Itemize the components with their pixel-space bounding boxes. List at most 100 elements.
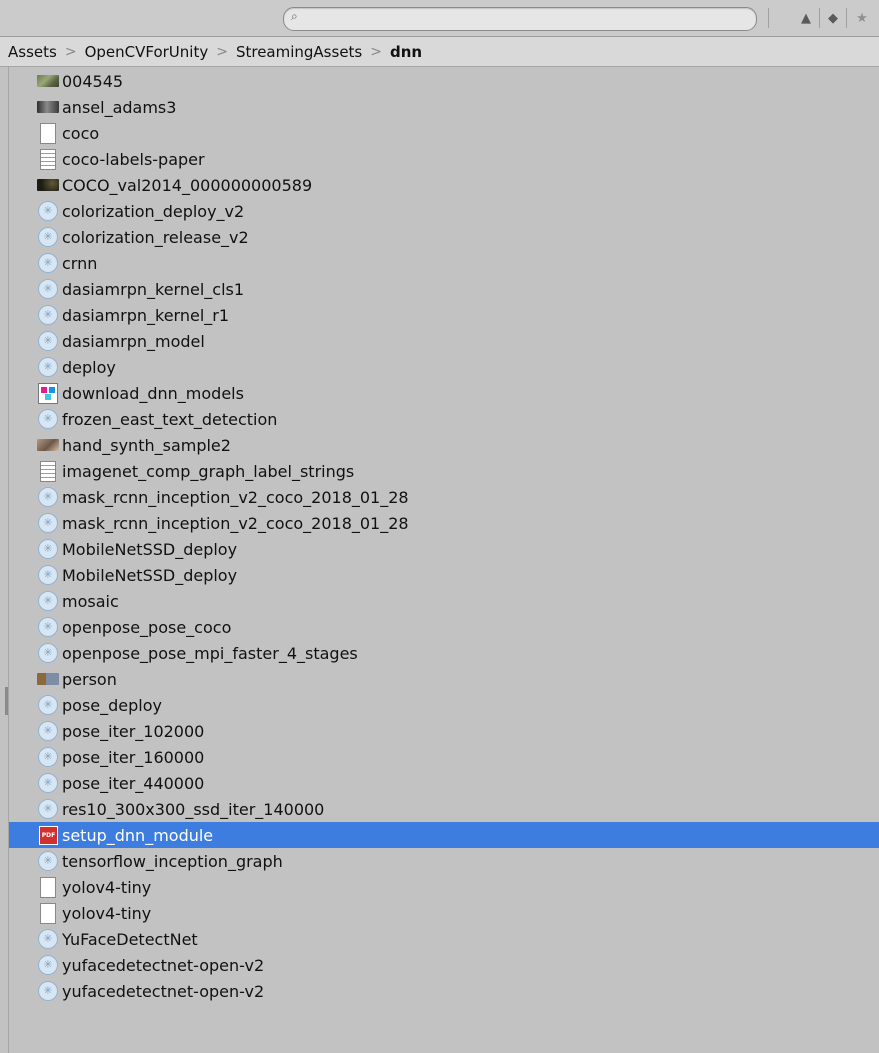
model-asset-icon bbox=[35, 357, 61, 377]
file-item[interactable]: MobileNetSSD_deploy bbox=[9, 562, 879, 588]
breadcrumb-assets[interactable]: Assets bbox=[8, 43, 57, 61]
chevron-right-icon: > bbox=[370, 43, 382, 60]
file-item[interactable]: yolov4-tiny bbox=[9, 900, 879, 926]
model-asset-icon bbox=[35, 695, 61, 715]
model-asset-icon bbox=[35, 539, 61, 559]
file-item[interactable]: COCO_val2014_000000000589 bbox=[9, 172, 879, 198]
file-item[interactable]: openpose_pose_mpi_faster_4_stages bbox=[9, 640, 879, 666]
file-item[interactable]: colorization_release_v2 bbox=[9, 224, 879, 250]
model-asset-icon bbox=[35, 565, 61, 585]
file-name: MobileNetSSD_deploy bbox=[62, 565, 238, 585]
chevron-right-icon: > bbox=[216, 43, 228, 60]
model-asset-icon bbox=[35, 643, 61, 663]
file-name: openpose_pose_coco bbox=[62, 617, 232, 637]
file-item[interactable]: yufacedetectnet-open-v2 bbox=[9, 952, 879, 978]
file-name: pose_deploy bbox=[62, 695, 162, 715]
file-item[interactable]: dasiamrpn_kernel_r1 bbox=[9, 302, 879, 328]
file-name: person bbox=[62, 669, 117, 689]
file-item[interactable]: YuFaceDetectNet bbox=[9, 926, 879, 952]
file-name: dasiamrpn_model bbox=[62, 331, 205, 351]
file-name: pose_iter_102000 bbox=[62, 721, 205, 741]
file-item[interactable]: mask_rcnn_inception_v2_coco_2018_01_28 bbox=[9, 484, 879, 510]
file-name: tensorflow_inception_graph bbox=[62, 851, 283, 871]
file-item[interactable]: hand_synth_sample2 bbox=[9, 432, 879, 458]
model-asset-icon bbox=[35, 929, 61, 949]
file-item[interactable]: mask_rcnn_inception_v2_coco_2018_01_28 bbox=[9, 510, 879, 536]
file-name: yufacedetectnet-open-v2 bbox=[62, 955, 265, 975]
file-name: pose_iter_440000 bbox=[62, 773, 205, 793]
file-item[interactable]: coco bbox=[9, 120, 879, 146]
file-item[interactable]: pose_deploy bbox=[9, 692, 879, 718]
model-asset-icon bbox=[35, 279, 61, 299]
toolbar-separator bbox=[768, 8, 769, 28]
file-item[interactable]: ansel_adams3 bbox=[9, 94, 879, 120]
texture-icon bbox=[35, 435, 61, 455]
file-name: coco bbox=[62, 123, 100, 143]
file-item[interactable]: 004545 bbox=[9, 68, 879, 94]
file-item[interactable]: yolov4-tiny bbox=[9, 874, 879, 900]
file-item[interactable]: pose_iter_440000 bbox=[9, 770, 879, 796]
blank-file-icon bbox=[35, 877, 61, 898]
file-list: 004545 ansel_adams3coco coco-labels-paper C… bbox=[8, 67, 879, 1053]
file-item[interactable]: dasiamrpn_model bbox=[9, 328, 879, 354]
file-name: download_dnn_models bbox=[62, 383, 244, 403]
model-asset-icon bbox=[35, 851, 61, 871]
file-item[interactable]: frozen_east_text_detection bbox=[9, 406, 879, 432]
breadcrumb-streamingassets[interactable]: StreamingAssets bbox=[236, 43, 362, 61]
file-item[interactable]: download_dnn_models bbox=[9, 380, 879, 406]
file-item[interactable]: colorization_deploy_v2 bbox=[9, 198, 879, 224]
file-item[interactable]: imagenet_comp_graph_label_strings bbox=[9, 458, 879, 484]
file-name: setup_dnn_module bbox=[62, 825, 214, 845]
file-item[interactable]: dasiamrpn_kernel_cls1 bbox=[9, 276, 879, 302]
model-asset-icon bbox=[35, 331, 61, 351]
file-item[interactable]: tensorflow_inception_graph bbox=[9, 848, 879, 874]
file-name: YuFaceDetectNet bbox=[62, 929, 198, 949]
breadcrumb-dnn[interactable]: dnn bbox=[390, 43, 422, 61]
file-item[interactable]: pose_iter_160000 bbox=[9, 744, 879, 770]
file-name: yolov4-tiny bbox=[62, 903, 152, 923]
toolbar-separator bbox=[846, 8, 847, 28]
file-name: frozen_east_text_detection bbox=[62, 409, 278, 429]
label-filter-icon[interactable]: ◆ bbox=[821, 7, 845, 29]
file-name: pose_iter_160000 bbox=[62, 747, 205, 767]
file-name: coco-labels-paper bbox=[62, 149, 205, 169]
model-asset-icon bbox=[35, 981, 61, 1001]
file-item[interactable]: mosaic bbox=[9, 588, 879, 614]
favorite-star-icon[interactable]: ★ bbox=[850, 7, 874, 29]
file-name: mosaic bbox=[62, 591, 119, 611]
file-item[interactable]: openpose_pose_coco bbox=[9, 614, 879, 640]
blank-file-icon bbox=[35, 903, 61, 924]
scene-filter-icon[interactable]: ▲ bbox=[794, 7, 818, 29]
file-item[interactable]: deploy bbox=[9, 354, 879, 380]
file-name: 004545 bbox=[62, 71, 124, 91]
file-item[interactable]: yufacedetectnet-open-v2 bbox=[9, 978, 879, 1004]
file-name: crnn bbox=[62, 253, 98, 273]
file-item[interactable]: res10_300x300_ssd_iter_140000 bbox=[9, 796, 879, 822]
file-item[interactable]: MobileNetSSD_deploy bbox=[9, 536, 879, 562]
file-name: hand_synth_sample2 bbox=[62, 435, 231, 455]
blank-file-icon bbox=[35, 123, 61, 144]
chevron-right-icon: > bbox=[64, 43, 77, 60]
file-item[interactable]: person bbox=[9, 666, 879, 692]
file-item[interactable]: setup_dnn_module bbox=[9, 822, 879, 848]
file-item[interactable]: crnn bbox=[9, 250, 879, 276]
pdf-icon bbox=[35, 825, 61, 845]
file-item[interactable]: pose_iter_102000 bbox=[9, 718, 879, 744]
model-asset-icon bbox=[35, 747, 61, 767]
model-asset-icon bbox=[35, 799, 61, 819]
toolbar-separator bbox=[819, 8, 820, 28]
panel-edge bbox=[0, 67, 8, 1053]
breadcrumb-opencvforunity[interactable]: OpenCVForUnity bbox=[85, 43, 209, 61]
file-name: colorization_deploy_v2 bbox=[62, 201, 245, 221]
texture-icon bbox=[35, 669, 61, 689]
text-file-icon bbox=[35, 149, 61, 170]
script-icon bbox=[35, 383, 61, 404]
file-name: ansel_adams3 bbox=[62, 97, 177, 117]
model-asset-icon bbox=[35, 201, 61, 221]
search-field[interactable]: ⌕ bbox=[283, 7, 757, 31]
model-asset-icon bbox=[35, 305, 61, 325]
model-asset-icon bbox=[35, 955, 61, 975]
file-name: colorization_release_v2 bbox=[62, 227, 249, 247]
file-item[interactable]: coco-labels-paper bbox=[9, 146, 879, 172]
file-name: yolov4-tiny bbox=[62, 877, 152, 897]
